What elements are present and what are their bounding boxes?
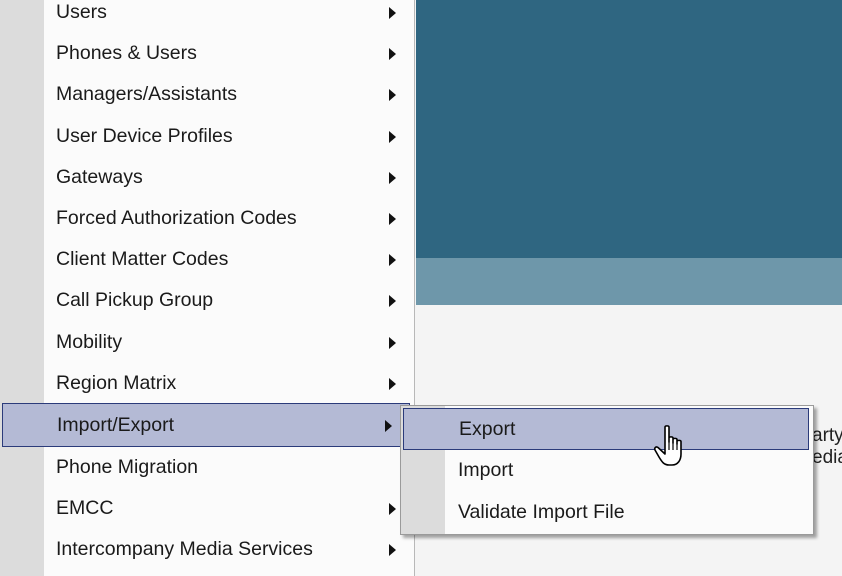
submenu-arrow-icon	[389, 89, 396, 101]
menu-item-mobility[interactable]: Mobility	[44, 323, 414, 361]
submenu-item-label: Export	[459, 418, 516, 440]
submenu-arrow-icon	[389, 378, 396, 390]
menu-item-label: Call Pickup Group	[56, 289, 214, 311]
menu-item-forced-authorization-codes[interactable]: Forced Authorization Codes	[44, 199, 414, 237]
submenu-item-label: Validate Import File	[458, 501, 625, 523]
menu-item-label: Phone Migration	[56, 456, 199, 478]
menu-item-client-matter-codes[interactable]: Client Matter Codes	[44, 240, 414, 278]
header-strip	[416, 258, 842, 305]
menu-item-region-matrix[interactable]: Region Matrix	[44, 364, 414, 402]
menu-item-phones-users[interactable]: Phones & Users	[44, 34, 414, 72]
menu-item-call-pickup-group[interactable]: Call Pickup Group	[44, 281, 414, 319]
menu-item-label: Users	[56, 1, 107, 23]
menu-item-emcc[interactable]: EMCC	[44, 489, 414, 527]
submenu-arrow-icon	[389, 254, 396, 266]
menu-item-label: Region Matrix	[56, 372, 177, 394]
submenu-arrow-icon	[389, 131, 396, 143]
header-banner	[416, 0, 842, 258]
menu-item-label: Managers/Assistants	[56, 83, 237, 105]
submenu-item-export[interactable]: Export	[403, 408, 809, 450]
submenu-item-import[interactable]: Import	[401, 449, 813, 491]
menu-item-gateways[interactable]: Gateways	[44, 158, 414, 196]
import-export-submenu: Export Import Validate Import File	[400, 405, 814, 535]
submenu-item-label: Import	[458, 459, 514, 481]
submenu-arrow-icon	[385, 420, 392, 432]
menu-item-label: Mobility	[56, 331, 123, 353]
menu-item-managers-assistants[interactable]: Managers/Assistants	[44, 75, 414, 113]
submenu-arrow-icon	[389, 7, 396, 19]
submenu-arrow-icon	[389, 213, 396, 225]
menu-item-label: Client Matter Codes	[56, 248, 229, 270]
submenu-arrow-icon	[389, 544, 396, 556]
submenu-arrow-icon	[389, 172, 396, 184]
menu-item-label: Intercompany Media Services	[56, 538, 313, 560]
submenu-arrow-icon	[389, 337, 396, 349]
menu-item-label: Gateways	[56, 166, 143, 188]
submenu-arrow-icon	[389, 295, 396, 307]
menu-item-import-export[interactable]: Import/Export	[2, 403, 410, 447]
menu-item-user-device-profiles[interactable]: User Device Profiles	[44, 117, 414, 155]
menu-gutter	[0, 0, 44, 576]
user-management-menu: Users Phones & Users Managers/Assistants…	[0, 0, 415, 576]
submenu-arrow-icon	[389, 503, 396, 515]
menu-item-intercompany-media-services[interactable]: Intercompany Media Services	[44, 530, 414, 568]
content-partial-text: arty edia	[812, 425, 842, 468]
menu-item-label: Import/Export	[57, 414, 175, 436]
submenu-item-validate-import-file[interactable]: Validate Import File	[401, 491, 813, 533]
menu-item-label: Phones & Users	[56, 42, 197, 64]
menu-item-label: Forced Authorization Codes	[56, 207, 297, 229]
menu-item-phone-migration[interactable]: Phone Migration	[44, 448, 414, 486]
submenu-arrow-icon	[389, 48, 396, 60]
menu-item-users[interactable]: Users	[44, 0, 414, 31]
menu-item-label: EMCC	[56, 497, 114, 519]
hand-pointer-icon	[653, 425, 682, 466]
menu-item-label: User Device Profiles	[56, 125, 233, 147]
